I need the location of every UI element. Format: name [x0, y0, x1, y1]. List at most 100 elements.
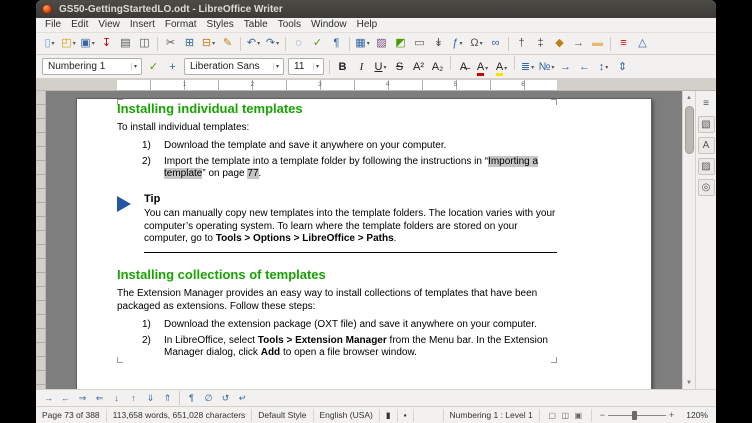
properties-icon[interactable]: ▧ [698, 116, 715, 133]
book-view-icon[interactable]: ▣ [573, 409, 584, 421]
numbered-list-icon[interactable]: №▾ [538, 59, 555, 76]
save-icon[interactable]: ▣▾ [79, 35, 96, 52]
single-page-view-icon[interactable]: ▢ [547, 409, 558, 421]
move-up-icon[interactable]: ↑ [126, 391, 141, 405]
menu-format[interactable]: Format [160, 18, 202, 32]
insert-footnote-icon[interactable]: † [513, 35, 530, 52]
insert-special-character-icon[interactable]: Ω▾ [468, 35, 485, 52]
no-list-icon[interactable]: ∅ [201, 391, 216, 405]
subscript-icon[interactable]: A₂ [429, 59, 446, 76]
underline-icon-dropdown[interactable]: ▾ [383, 64, 386, 71]
bullet-list-icon-dropdown[interactable]: ▾ [531, 64, 534, 71]
numbered-list-icon-dropdown[interactable]: ▾ [551, 64, 554, 71]
menu-help[interactable]: Help [352, 18, 383, 32]
list-level-status[interactable]: Numbering 1 : Level 1 [444, 409, 540, 422]
insert-entry-icon[interactable]: ↵ [235, 391, 250, 405]
undo-icon[interactable]: ↶▾ [245, 35, 262, 52]
font-name-selector[interactable]: Liberation Sans ▾ [184, 58, 284, 75]
menu-edit[interactable]: Edit [66, 18, 93, 32]
document-modified-icon[interactable]: ▪ [398, 409, 414, 422]
insert-unnumbered-entry-icon[interactable]: ¶ [184, 391, 199, 405]
promote-outline-icon[interactable]: ← [58, 391, 73, 405]
multi-page-view-icon[interactable]: ◫ [560, 409, 571, 421]
clear-formatting-icon[interactable]: A̶ [455, 59, 472, 76]
insert-table-icon-dropdown[interactable]: ▾ [367, 40, 370, 47]
scroll-up-icon[interactable]: ▲ [686, 91, 692, 104]
bullet-list-icon[interactable]: ≣▾ [519, 59, 536, 76]
chevron-down-icon[interactable]: ▾ [313, 63, 321, 70]
insert-special-character-icon-dropdown[interactable]: ▾ [480, 40, 483, 47]
font-size-selector[interactable]: 11 ▾ [288, 58, 324, 75]
paste-icon-dropdown[interactable]: ▾ [212, 40, 215, 47]
copy-icon[interactable]: ⊞ [181, 35, 198, 52]
open-icon[interactable]: ◰▾ [60, 35, 77, 52]
insert-field-icon-dropdown[interactable]: ▾ [460, 40, 463, 47]
font-color-icon-dropdown[interactable]: ▾ [485, 65, 488, 72]
menu-insert[interactable]: Insert [125, 18, 160, 32]
highlight-color-icon-dropdown[interactable]: ▾ [504, 65, 507, 72]
word-count-status[interactable]: 113,658 words, 651,028 characters [107, 409, 253, 422]
insert-bookmark-icon[interactable]: ◆ [551, 35, 568, 52]
selection-mode-icon[interactable]: ▮ [380, 409, 398, 422]
print-preview-icon[interactable]: ◫ [136, 35, 153, 52]
gallery-icon[interactable]: ▨ [698, 158, 715, 175]
menu-table[interactable]: Table [239, 18, 273, 32]
new-style-from-selection-icon[interactable]: + [164, 59, 181, 76]
italic-icon[interactable]: I [353, 59, 370, 76]
horizontal-ruler[interactable]: 123456 [36, 79, 716, 91]
redo-icon-dropdown[interactable]: ▾ [276, 40, 279, 47]
menu-window[interactable]: Window [306, 18, 352, 32]
clone-formatting-icon[interactable]: ✎ [219, 35, 236, 52]
new-document-icon-dropdown[interactable]: ▾ [52, 40, 55, 47]
document-background[interactable]: Installing individual templates To insta… [46, 91, 682, 389]
insert-comment-icon[interactable]: ▬ [589, 35, 606, 52]
zoom-level[interactable]: 120% [682, 410, 716, 420]
promote-with-subpoints-icon[interactable]: ⇐ [92, 391, 107, 405]
highlight-color-icon[interactable]: A▾ [493, 60, 510, 77]
font-color-icon[interactable]: A▾ [474, 60, 491, 77]
zoom-slider[interactable]: − + [592, 410, 683, 420]
new-document-icon[interactable]: ▯▾ [41, 35, 58, 52]
insert-text-box-icon[interactable]: ▭ [411, 35, 428, 52]
zoom-in-button[interactable]: + [666, 410, 677, 420]
bold-icon[interactable]: B [334, 59, 351, 76]
menu-file[interactable]: File [40, 18, 66, 32]
scrollbar-thumb[interactable] [685, 106, 694, 154]
print-icon[interactable]: ▤ [117, 35, 134, 52]
scroll-down-icon[interactable]: ▼ [686, 376, 692, 389]
line-spacing-icon[interactable]: ↕▾ [595, 59, 612, 76]
move-up-with-subpoints-icon[interactable]: ⇑ [160, 391, 175, 405]
zoom-thumb[interactable] [632, 411, 637, 420]
show-draw-functions-icon[interactable]: △ [634, 35, 651, 52]
zoom-track[interactable] [608, 411, 666, 420]
spelling-icon[interactable]: ✓ [309, 35, 326, 52]
formatting-marks-icon[interactable]: ¶ [328, 35, 345, 52]
chevron-down-icon[interactable]: ▾ [131, 63, 139, 70]
title-bar[interactable]: GS50-GettingStartedLO.odt - LibreOffice … [36, 0, 716, 18]
line-spacing-icon-dropdown[interactable]: ▾ [605, 64, 608, 71]
styles-icon[interactable]: A [698, 137, 715, 154]
insert-cross-reference-icon[interactable]: → [570, 35, 587, 52]
undo-icon-dropdown[interactable]: ▾ [257, 40, 260, 47]
underline-icon[interactable]: U▾ [372, 59, 389, 76]
strikethrough-icon[interactable]: S [391, 59, 408, 76]
menu-view[interactable]: View [93, 18, 125, 32]
paragraph-spacing-icon[interactable]: ⇕ [614, 59, 631, 76]
track-changes-icon[interactable]: ≡ [615, 35, 632, 52]
paragraph-style-selector[interactable]: Numbering 1 ▾ [42, 58, 142, 75]
superscript-icon[interactable]: A² [410, 59, 427, 76]
zoom-out-button[interactable]: − [597, 410, 608, 420]
insert-endnote-icon[interactable]: ‡ [532, 35, 549, 52]
cross-reference-field[interactable]: 77 [247, 168, 258, 179]
document-page[interactable]: Installing individual templates To insta… [77, 99, 651, 389]
find-replace-icon[interactable]: ◌ [290, 35, 307, 52]
page-number-status[interactable]: Page 73 of 388 [36, 409, 107, 422]
ruler-text-band[interactable]: 123456 [117, 80, 557, 90]
move-down-icon[interactable]: ↓ [109, 391, 124, 405]
cut-icon[interactable]: ✂ [162, 35, 179, 52]
vertical-scrollbar[interactable]: ▲ ▼ [682, 91, 695, 389]
update-style-icon[interactable]: ✓ [145, 59, 162, 76]
page-style-status[interactable]: Default Style [252, 409, 313, 422]
sidebar-settings-icon[interactable]: ≡ [698, 95, 715, 112]
insert-hyperlink-icon[interactable]: ∞ [487, 35, 504, 52]
